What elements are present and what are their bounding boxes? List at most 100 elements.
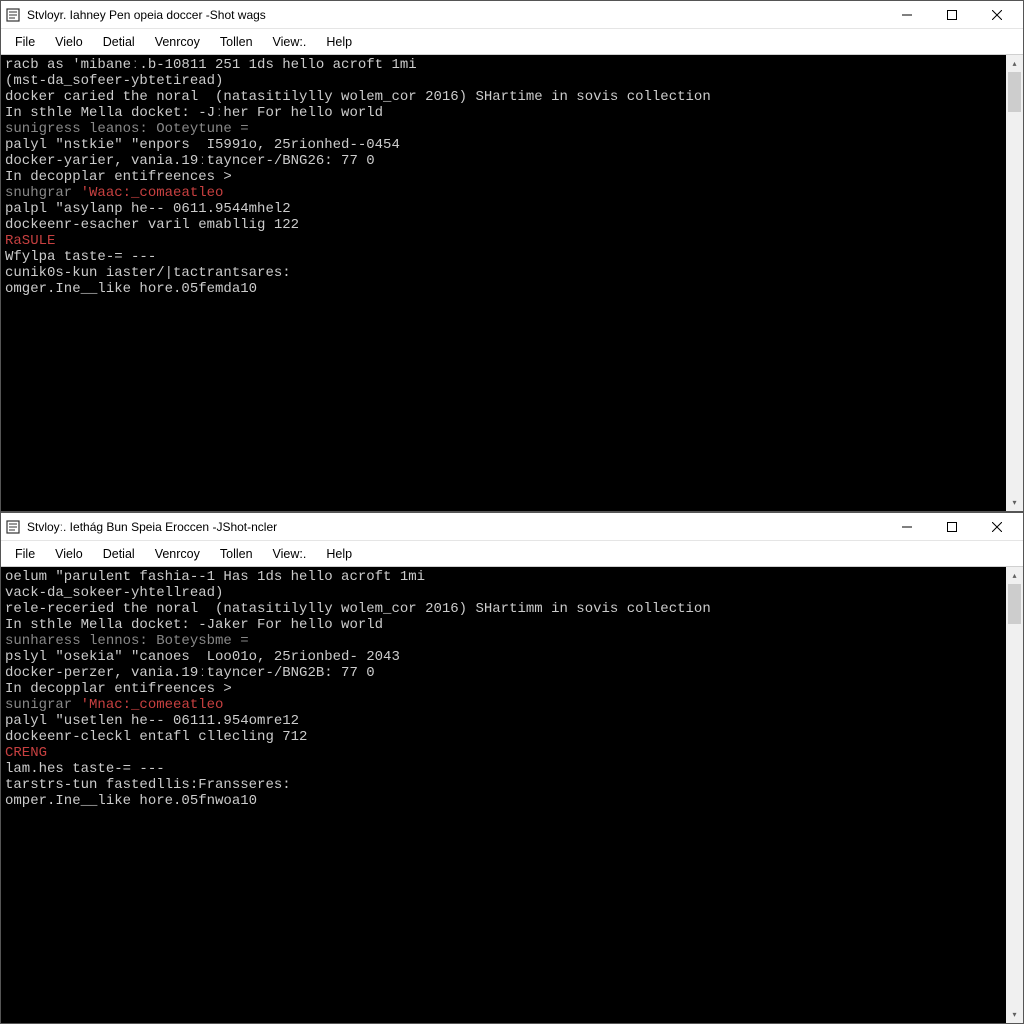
window-controls — [884, 1, 1019, 29]
menubar: File Vielo Detial Venrcoy Tollen View:. … — [1, 541, 1023, 567]
maximize-button[interactable] — [929, 1, 974, 29]
console-text: In sthle Mella docket: -Jaker For hello … — [5, 617, 383, 633]
close-button[interactable] — [974, 1, 1019, 29]
console-text: omper.Ine__like hore.05fnwoa10 — [5, 793, 257, 809]
console-text: sunigress leanos: Ooteytune = — [5, 121, 249, 137]
console-text: oelum "parulent fashia--1 Has 1ds hello … — [5, 569, 425, 585]
console-line: In decopplar entifreences > — [5, 681, 1002, 697]
titlebar[interactable]: Stvloyː. Iethág Bun Speia Eroccen -JShot… — [1, 513, 1023, 541]
console-line: docker caried the noral (natasitilylly w… — [5, 89, 1002, 105]
menu-detial[interactable]: Detial — [93, 544, 145, 564]
menu-detial[interactable]: Detial — [93, 32, 145, 52]
menu-tollen[interactable]: Tollen — [210, 32, 263, 52]
console-line: vack-da_sokeer-yhtellread) — [5, 585, 1002, 601]
menu-venrcoy[interactable]: Venrcoy — [145, 32, 210, 52]
console-line: (mst-da_sofeer-ybtetiread) — [5, 73, 1002, 89]
console-output[interactable]: racb as 'mibaneː.b-10811 251 1ds hello a… — [1, 55, 1006, 511]
menu-help[interactable]: Help — [316, 544, 362, 564]
menu-help[interactable]: Help — [316, 32, 362, 52]
terminal-window-1: Stvloyr. Iahney Pen opeia doccer -Shot w… — [0, 0, 1024, 512]
console-text: palyl "usetlen he-- 06111.954omre12 — [5, 713, 299, 729]
console-line: In sthle Mella docket: -Jaker For hello … — [5, 617, 1002, 633]
console-line: In sthle Mella docket: -Jːher For hello … — [5, 105, 1002, 121]
console-text: dockeenr-esacher varil emabllig 122 — [5, 217, 299, 233]
console-text: docker caried the noral (natasitilylly w… — [5, 89, 711, 105]
scroll-down-arrow[interactable]: ▾ — [1006, 494, 1023, 511]
terminal-window-2: Stvloyː. Iethág Bun Speia Eroccen -JShot… — [0, 512, 1024, 1024]
console-text: tarstrs-tun fastedllis:Fransseres: — [5, 777, 291, 793]
console-text: lam.hes taste-= --- — [5, 761, 165, 777]
window-title: Stvloyr. Iahney Pen opeia doccer -Shot w… — [27, 8, 884, 22]
console-text: In decopplar entifreences > — [5, 169, 232, 185]
console-text: vack-da_sokeer-yhtellread) — [5, 585, 223, 601]
scroll-up-arrow[interactable]: ▴ — [1006, 567, 1023, 584]
console-line: sunigrar 'Mnac:_comeeatleo — [5, 697, 1002, 713]
console-line: omger.Ine__like hore.05femda10 — [5, 281, 1002, 297]
console-line: dockeenr-cleckl entafl cllecling 712 — [5, 729, 1002, 745]
console-line: omper.Ine__like hore.05fnwoa10 — [5, 793, 1002, 809]
console-text: pslyl "osekia" "canoes Loo01o, 25rionbed… — [5, 649, 400, 665]
menu-vielo[interactable]: Vielo — [45, 544, 93, 564]
vertical-scrollbar[interactable]: ▴ ▾ — [1006, 567, 1023, 1023]
console-text: dockeenr-cleckl entafl cllecling 712 — [5, 729, 307, 745]
console-line: rele-receried the noral (natasitilylly w… — [5, 601, 1002, 617]
console-output[interactable]: oelum "parulent fashia--1 Has 1ds hello … — [1, 567, 1006, 1023]
console-line: docker-perzer, vania.19ːtayncer-/BNG2B: … — [5, 665, 1002, 681]
console-text: palpl "asylanp he-- 0611.9544mhel2 — [5, 201, 291, 217]
app-icon — [5, 7, 21, 23]
console-area: oelum "parulent fashia--1 Has 1ds hello … — [1, 567, 1023, 1023]
console-line: CRENG — [5, 745, 1002, 761]
menu-venrcoy[interactable]: Venrcoy — [145, 544, 210, 564]
menu-view[interactable]: View:. — [263, 32, 317, 52]
console-line: palyl "usetlen he-- 06111.954omre12 — [5, 713, 1002, 729]
console-text: sunigrar — [5, 697, 81, 713]
scroll-track[interactable] — [1006, 72, 1023, 494]
console-text: CRENG — [5, 745, 47, 761]
console-text: snuhgrar — [5, 185, 81, 201]
console-line: docker-yarier, vania.19ːtayncer-/BNG26: … — [5, 153, 1002, 169]
console-text: omger.Ine__like hore.05femda10 — [5, 281, 257, 297]
console-text: RaSULE — [5, 233, 55, 249]
console-text: racb as 'mibaneː.b-10811 251 1ds hello a… — [5, 57, 417, 73]
minimize-button[interactable] — [884, 1, 929, 29]
window-controls — [884, 513, 1019, 541]
console-line: RaSULE — [5, 233, 1002, 249]
console-area: racb as 'mibaneː.b-10811 251 1ds hello a… — [1, 55, 1023, 511]
menu-vielo[interactable]: Vielo — [45, 32, 93, 52]
menubar: File Vielo Detial Venrcoy Tollen View:. … — [1, 29, 1023, 55]
console-line: palpl "asylanp he-- 0611.9544mhel2 — [5, 201, 1002, 217]
console-text: rele-receried the noral (natasitilylly w… — [5, 601, 711, 617]
menu-view[interactable]: View:. — [263, 544, 317, 564]
console-text: 'Mnac:_comeeatleo — [81, 697, 224, 713]
close-button[interactable] — [974, 513, 1019, 541]
menu-file[interactable]: File — [5, 544, 45, 564]
console-line: sunigress leanos: Ooteytune = — [5, 121, 1002, 137]
console-line: oelum "parulent fashia--1 Has 1ds hello … — [5, 569, 1002, 585]
console-text: (mst-da_sofeer-ybtetiread) — [5, 73, 223, 89]
vertical-scrollbar[interactable]: ▴ ▾ — [1006, 55, 1023, 511]
scroll-up-arrow[interactable]: ▴ — [1006, 55, 1023, 72]
maximize-button[interactable] — [929, 513, 974, 541]
console-text: In sthle Mella docket: -Jːher For hello … — [5, 105, 383, 121]
console-line: Wfylpa taste-= --- — [5, 249, 1002, 265]
scroll-down-arrow[interactable]: ▾ — [1006, 1006, 1023, 1023]
console-line: dockeenr-esacher varil emabllig 122 — [5, 217, 1002, 233]
console-line: lam.hes taste-= --- — [5, 761, 1002, 777]
minimize-button[interactable] — [884, 513, 929, 541]
menu-file[interactable]: File — [5, 32, 45, 52]
scroll-thumb[interactable] — [1008, 72, 1021, 112]
console-line: sunharess lennos: Boteysbme = — [5, 633, 1002, 649]
console-line: snuhgrar 'Waac:_comaeatleo — [5, 185, 1002, 201]
menu-tollen[interactable]: Tollen — [210, 544, 263, 564]
console-line: palyl "nstkie" "enpors I5991o, 25rionhed… — [5, 137, 1002, 153]
titlebar[interactable]: Stvloyr. Iahney Pen opeia doccer -Shot w… — [1, 1, 1023, 29]
console-text: sunharess lennos: Boteysbme = — [5, 633, 249, 649]
console-text: cunik0s-kun iaster/|tactrantsares: — [5, 265, 291, 281]
console-text: Wfylpa taste-= --- — [5, 249, 156, 265]
console-line: tarstrs-tun fastedllis:Fransseres: — [5, 777, 1002, 793]
scroll-thumb[interactable] — [1008, 584, 1021, 624]
scroll-track[interactable] — [1006, 584, 1023, 1006]
console-text: docker-perzer, vania.19ːtayncer-/BNG2B: … — [5, 665, 375, 681]
console-text: 'Waac:_comaeatleo — [81, 185, 224, 201]
console-line: racb as 'mibaneː.b-10811 251 1ds hello a… — [5, 57, 1002, 73]
